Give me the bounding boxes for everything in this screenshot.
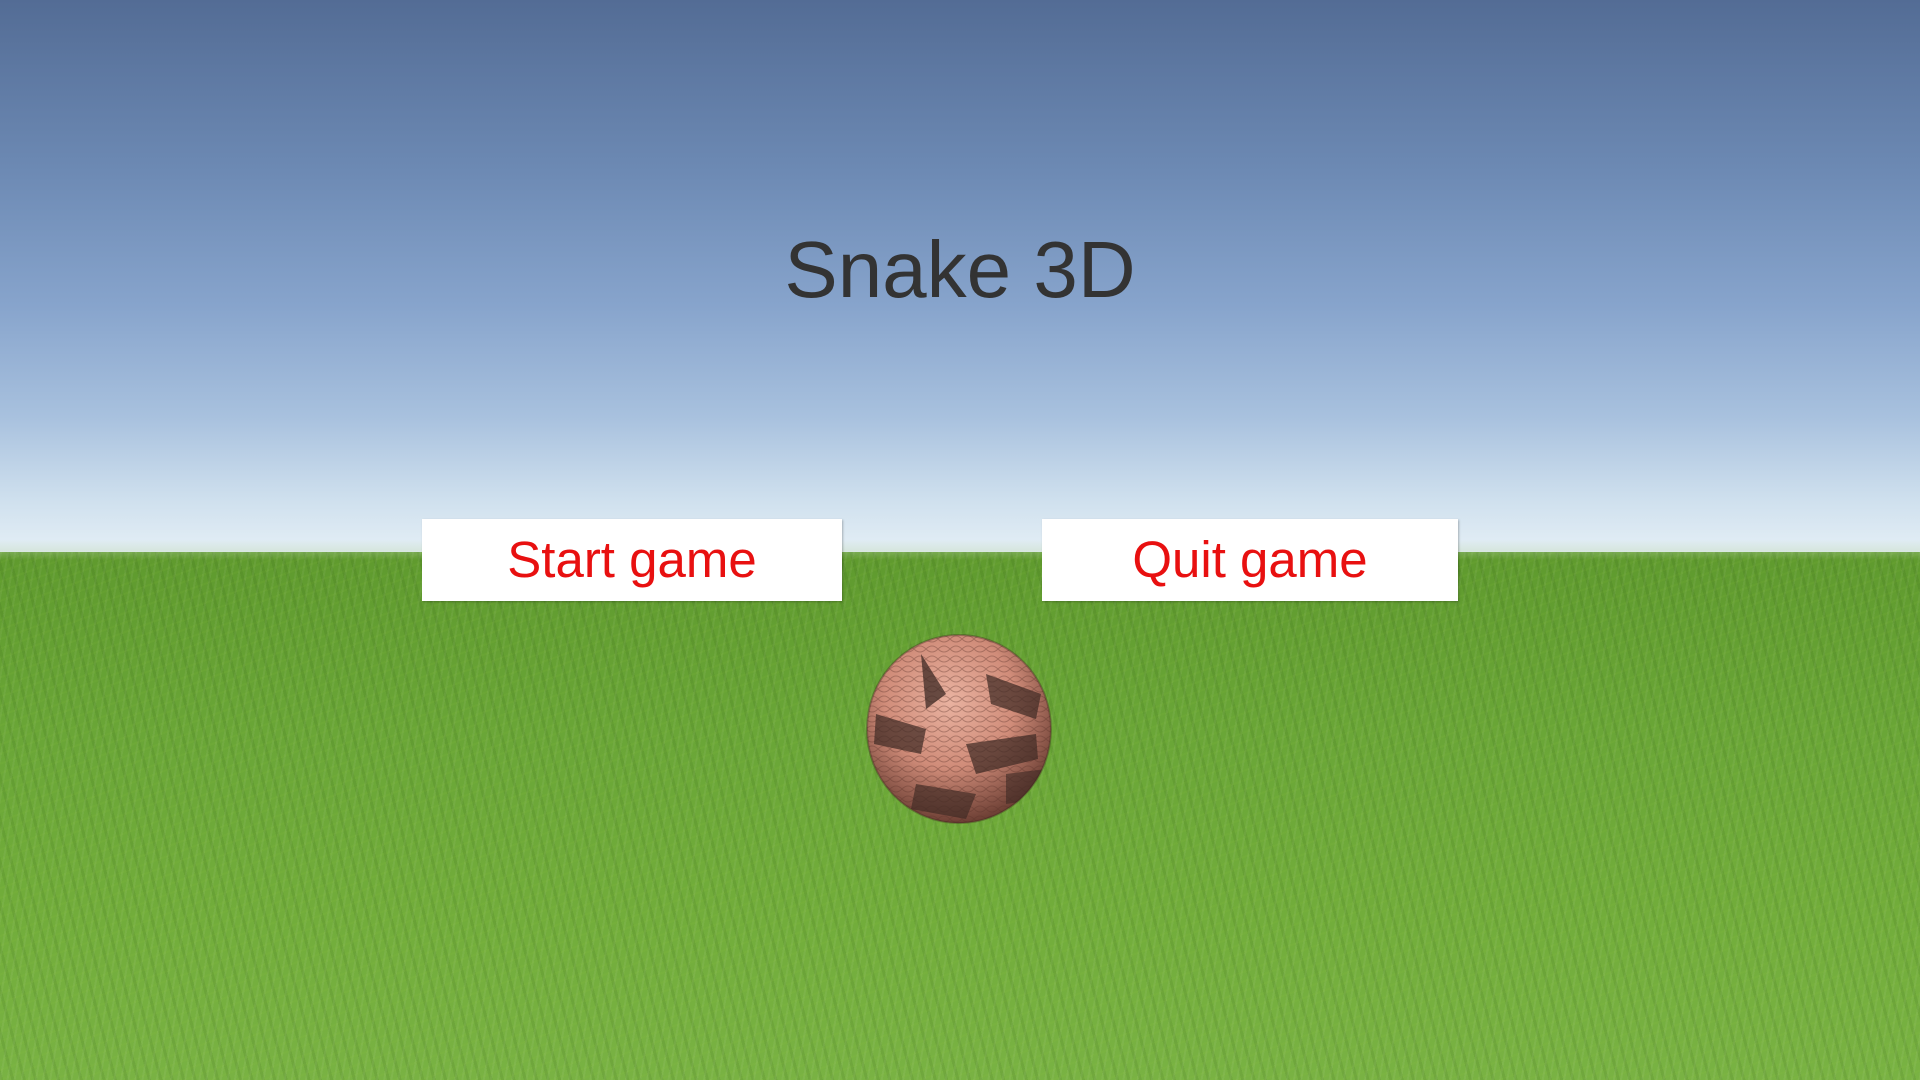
snake-ball-icon: [866, 634, 1052, 824]
quit-game-button[interactable]: Quit game: [1042, 519, 1458, 601]
start-game-button[interactable]: Start game: [422, 519, 842, 601]
game-scene: Snake 3D Start game Quit game: [0, 0, 1920, 1080]
game-title: Snake 3D: [784, 225, 1136, 314]
horizon: [0, 540, 1920, 560]
